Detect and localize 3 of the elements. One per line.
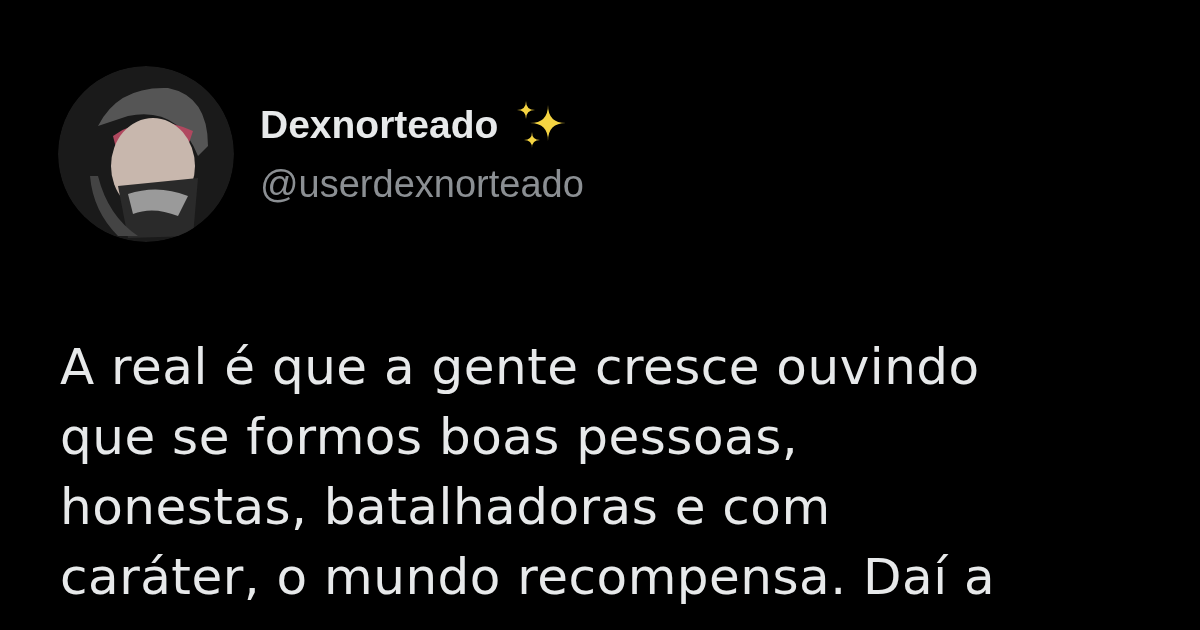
user-handle: @userdexnorteado — [260, 162, 584, 206]
display-name: Dexnorteado — [260, 102, 499, 147]
tweet-text: A real é que a gente cresce ouvindo que se formos boas pessoas, honestas, batalhadoras e com caráter, o mundo recompensa. Daí a — [60, 337, 997, 608]
